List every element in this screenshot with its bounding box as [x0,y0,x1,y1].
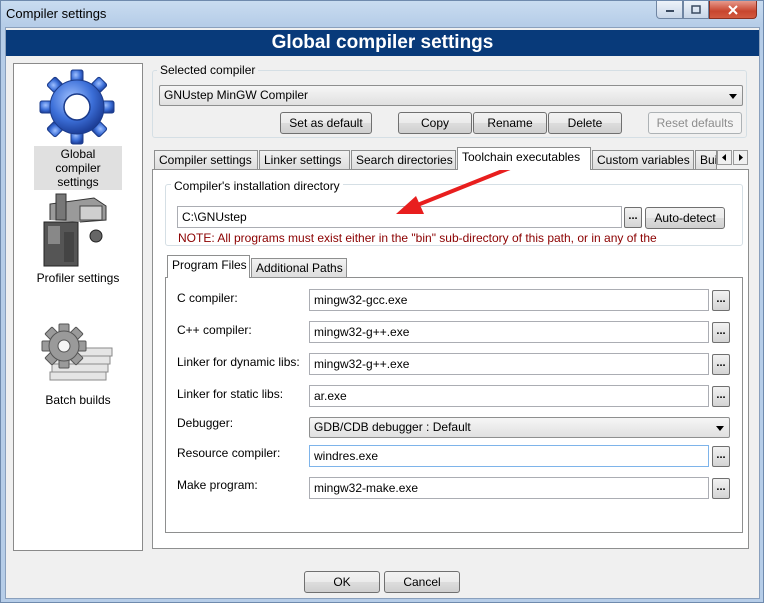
ellipsis-icon: ... [716,293,726,305]
linker-static-browse-button[interactable]: ... [712,386,730,407]
program-files-pane: C compiler: mingw32-gcc.exe ... C++ comp… [165,277,743,533]
chevron-right-icon [739,154,743,161]
install-dir-browse-button[interactable]: ... [624,207,642,228]
rename-button[interactable]: Rename [473,112,547,134]
ellipsis-icon: ... [716,389,726,401]
cpp-compiler-browse-button[interactable]: ... [712,322,730,343]
subtab-program-files[interactable]: Program Files [167,255,250,278]
maximize-icon [691,5,701,14]
ellipsis-icon: ... [716,481,726,493]
ellipsis-icon: ... [716,325,726,337]
set-as-default-button[interactable]: Set as default [280,112,372,134]
dialog-header: Global compiler settings [6,30,759,56]
tab-scroll-right-button[interactable] [733,150,748,165]
debugger-value: GDB/CDB debugger : Default [314,420,471,434]
tab-toolchain-executables[interactable]: Toolchain executables [457,147,591,170]
toolchain-executables-pane: Compiler's installation directory C:\GNU… [152,169,749,549]
gear-icon [39,69,115,145]
cpp-compiler-label: C++ compiler: [177,323,252,337]
tab-compiler-settings[interactable]: Compiler settings [154,150,258,170]
tab-linker-settings[interactable]: Linker settings [259,150,350,170]
window-title: Compiler settings [6,6,107,21]
linker-dynamic-browse-button[interactable]: ... [712,354,730,375]
linker-dynamic-label: Linker for dynamic libs: [177,355,300,369]
make-program-input[interactable]: mingw32-make.exe [309,477,709,499]
make-program-label: Make program: [177,478,258,492]
linker-static-label: Linker for static libs: [177,387,284,401]
cpp-compiler-input[interactable]: mingw32-g++.exe [309,321,709,343]
settings-category-list: Global compiler settings Profiler settin… [13,63,143,551]
sidebar-item-profiler[interactable]: Profiler settings [14,192,142,286]
sidebar-item-batch-builds[interactable]: Batch builds [14,322,142,408]
chevron-down-icon [716,426,724,431]
selected-compiler-value: GNUstep MinGW Compiler [164,88,309,102]
sidebar-item-label: Profiler settings [36,271,120,285]
resource-compiler-browse-button[interactable]: ... [712,446,730,467]
cancel-button[interactable]: Cancel [384,571,460,593]
auto-detect-button[interactable]: Auto-detect [645,207,725,229]
tab-build-options[interactable]: Bui [695,150,717,170]
sidebar-item-label: Batch builds [45,393,111,407]
ellipsis-icon: ... [716,357,726,369]
reset-defaults-button[interactable]: Reset defaults [648,112,742,134]
debugger-label: Debugger: [177,416,234,430]
ellipsis-icon: ... [716,449,726,461]
sidebar-item-global-compiler[interactable]: Global compiler settings [14,68,142,190]
gear-stack-icon [41,323,113,381]
selected-compiler-dropdown[interactable]: GNUstep MinGW Compiler [159,85,743,106]
minimize-button[interactable] [656,1,683,19]
copy-button[interactable]: Copy [398,112,472,134]
stopwatch-icon [43,193,107,267]
compiler-settings-window: Compiler settings Global compiler settin… [0,0,764,603]
linker-static-input[interactable]: ar.exe [309,385,709,407]
chevron-left-icon [722,154,726,161]
c-compiler-label: C compiler: [177,291,238,305]
maximize-button[interactable] [683,1,709,19]
dialog-client-area: Global compiler settings Global compiler… [5,27,760,599]
c-compiler-input[interactable]: mingw32-gcc.exe [309,289,709,311]
tab-custom-variables[interactable]: Custom variables [592,150,694,170]
subtab-additional-paths[interactable]: Additional Paths [251,258,347,278]
resource-compiler-label: Resource compiler: [177,446,281,460]
install-dir-caption: Compiler's installation directory [171,179,343,193]
minimize-icon [665,9,674,12]
close-button[interactable] [709,1,757,19]
debugger-dropdown[interactable]: GDB/CDB debugger : Default [309,417,730,438]
close-icon [728,4,738,15]
delete-button[interactable]: Delete [548,112,622,134]
tab-scroll-left-button[interactable] [717,150,732,165]
install-dir-note: NOTE: All programs must exist either in … [178,231,657,245]
sidebar-item-label: Global compiler settings [34,146,122,190]
ok-button[interactable]: OK [304,571,380,593]
make-program-browse-button[interactable]: ... [712,478,730,499]
chevron-down-icon [729,94,737,99]
selected-compiler-caption: Selected compiler [157,63,259,77]
title-bar[interactable]: Compiler settings [1,1,763,27]
linker-dynamic-input[interactable]: mingw32-g++.exe [309,353,709,375]
c-compiler-browse-button[interactable]: ... [712,290,730,311]
resource-compiler-input[interactable]: windres.exe [309,445,709,467]
